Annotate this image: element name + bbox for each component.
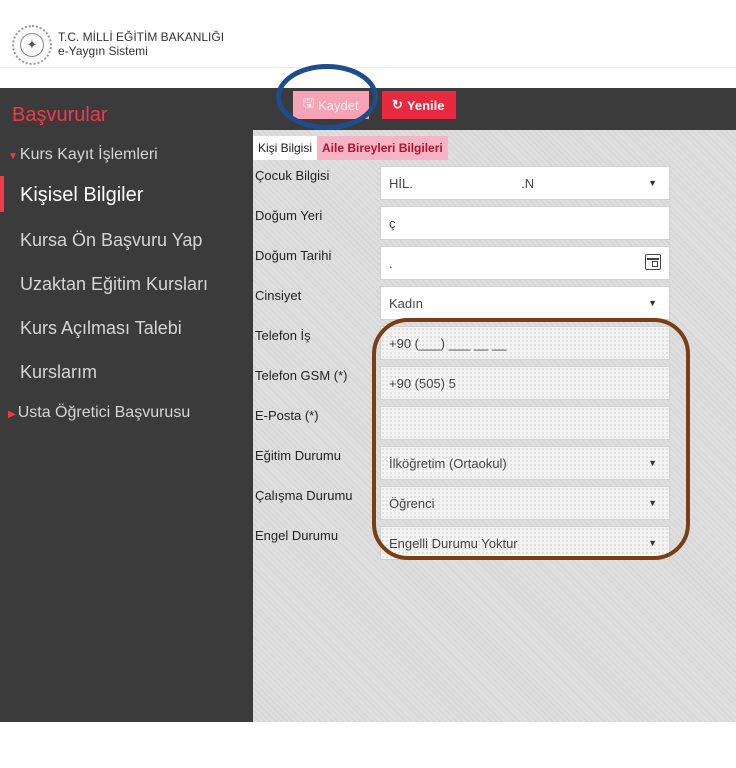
main-content: 🖫 Kaydet ↻ Yenile Kişi Bilgisi Aile Bireyl… [253, 88, 736, 722]
save-icon: 🖫 [303, 95, 315, 110]
app-header: ✦ T.C. MİLLİ EĞİTİM BAKANLIĞI e-Yaygın S… [0, 20, 736, 68]
telefon-gsm-value: +90 (505) 5 [389, 375, 456, 391]
egitim-durumu-select[interactable]: İlköğretim (Ortaokul) ▼ [380, 446, 670, 480]
row-eposta: E-Posta (*) [253, 404, 736, 444]
eposta-label: E-Posta (*) [255, 408, 319, 423]
row-cinsiyet: Cinsiyet Kadın ▼ [253, 284, 736, 324]
caret-right-icon: ▶ [8, 409, 16, 420]
dropdown-arrow-icon: ▼ [648, 298, 657, 308]
sidebar-group-usta-ogretici[interactable]: ▶ Usta Öğretici Başvurusu [8, 404, 190, 422]
meb-logo: ✦ [12, 25, 52, 65]
refresh-icon: ↻ [392, 97, 403, 112]
row-calisma-durumu: Çalışma Durumu Öğrenci ▼ [253, 484, 736, 524]
cinsiyet-value: Kadın [389, 295, 423, 311]
engel-durumu-value: Engelli Durumu Yoktur [389, 535, 518, 551]
org-title: T.C. MİLLİ EĞİTİM BAKANLIĞI e-Yaygın Sis… [58, 30, 224, 58]
app-window: ✦ T.C. MİLLİ EĞİTİM BAKANLIĞI e-Yaygın S… [0, 0, 736, 768]
row-telefon-gsm: Telefon GSM (*) +90 (505) 5 [253, 364, 736, 404]
dropdown-arrow-icon: ▼ [648, 498, 657, 508]
cocuk-bilgisi-select[interactable]: HİL. .N ▼ [380, 166, 670, 200]
sidebar-item-kursa-on-basvuru[interactable]: Kursa Ön Başvuru Yap [20, 230, 202, 251]
telefon-gsm-label: Telefon GSM (*) [255, 368, 348, 383]
refresh-button-label: Yenile [406, 97, 445, 113]
sidebar: Başvurular ▼ Kurs Kayıt İşlemleri Kişisel… [0, 88, 253, 722]
calisma-durumu-label: Çalışma Durumu [255, 488, 353, 503]
cocuk-bilgisi-label: Çocuk Bilgisi [255, 168, 330, 183]
dropdown-arrow-icon: ▼ [648, 538, 657, 548]
dogum-yeri-field[interactable]: ç [380, 206, 670, 240]
row-dogum-tarihi: Doğum Tarihi . [253, 244, 736, 284]
dogum-tarihi-label: Doğum Tarihi [255, 248, 332, 263]
row-telefon-is: Telefon İş +90 (___) ___ __ __ [253, 324, 736, 364]
emblem-icon: ✦ [20, 33, 44, 57]
system-name: e-Yaygın Sistemi [58, 44, 148, 58]
sidebar-group-kurs-kayit[interactable]: ▼ Kurs Kayıt İşlemleri [8, 146, 158, 164]
calendar-icon[interactable] [645, 254, 661, 270]
telefon-gsm-input[interactable]: +90 (505) 5 [380, 366, 670, 400]
cinsiyet-label: Cinsiyet [255, 288, 302, 303]
sidebar-item-kurslarim[interactable]: Kurslarım [20, 362, 97, 383]
dogum-yeri-value: ç [389, 215, 396, 231]
page-footer-space [0, 722, 736, 768]
caret-down-icon: ▼ [8, 151, 18, 162]
dropdown-arrow-icon: ▼ [648, 458, 657, 468]
telefon-is-value: +90 (___) ___ __ __ [389, 335, 507, 351]
tab-aile-bireyleri[interactable]: Aile Bireyleri Bilgileri [317, 136, 448, 160]
sidebar-usta-label: Usta Öğretici Başvurusu [17, 404, 191, 421]
cinsiyet-select[interactable]: Kadın ▼ [380, 286, 670, 320]
sidebar-title: Başvurular [12, 104, 108, 126]
tab-bar: Kişi Bilgisi Aile Bireyleri Bilgileri [253, 136, 448, 160]
refresh-button[interactable]: ↻ Yenile [382, 91, 456, 119]
telefon-is-input[interactable]: +90 (___) ___ __ __ [380, 326, 670, 360]
egitim-durumu-label: Eğitim Durumu [255, 448, 341, 463]
dogum-tarihi-value: . [389, 255, 393, 271]
dropdown-arrow-icon: ▼ [648, 178, 657, 188]
engel-durumu-label: Engel Durumu [255, 528, 339, 543]
sidebar-item-kisisel-bilgiler[interactable]: Kişisel Bilgiler [20, 184, 143, 207]
tab-kisi-bilgisi[interactable]: Kişi Bilgisi [253, 136, 318, 160]
calisma-durumu-value: Öğrenci [389, 495, 435, 511]
org-name: T.C. MİLLİ EĞİTİM BAKANLIĞI [58, 30, 225, 44]
row-egitim-durumu: Eğitim Durumu İlköğretim (Ortaokul) ▼ [253, 444, 736, 484]
egitim-durumu-value: İlköğretim (Ortaokul) [389, 455, 507, 471]
cocuk-bilgisi-value: HİL. .N [389, 175, 535, 191]
row-cocuk-bilgisi: Çocuk Bilgisi HİL. .N ▼ [253, 164, 736, 204]
toolbar: 🖫 Kaydet ↻ Yenile [253, 88, 736, 130]
active-indicator [0, 176, 4, 212]
dogum-yeri-label: Doğum Yeri [255, 208, 323, 223]
dogum-tarihi-field[interactable]: . [380, 246, 670, 280]
engel-durumu-select[interactable]: Engelli Durumu Yoktur ▼ [380, 526, 670, 560]
row-engel-durumu: Engel Durumu Engelli Durumu Yoktur ▼ [253, 524, 736, 564]
sidebar-group-label: Kurs Kayıt İşlemleri [19, 146, 158, 163]
eposta-input[interactable] [380, 406, 670, 440]
sidebar-item-uzaktan-egitim[interactable]: Uzaktan Eğitim Kursları [20, 274, 208, 295]
sidebar-item-kurs-acilmasi[interactable]: Kurs Açılması Talebi [20, 318, 182, 339]
telefon-is-label: Telefon İş [255, 328, 311, 343]
calisma-durumu-select[interactable]: Öğrenci ▼ [380, 486, 670, 520]
save-button-label: Kaydet [318, 97, 359, 113]
row-dogum-yeri: Doğum Yeri ç [253, 204, 736, 244]
save-button[interactable]: 🖫 Kaydet [293, 91, 369, 119]
